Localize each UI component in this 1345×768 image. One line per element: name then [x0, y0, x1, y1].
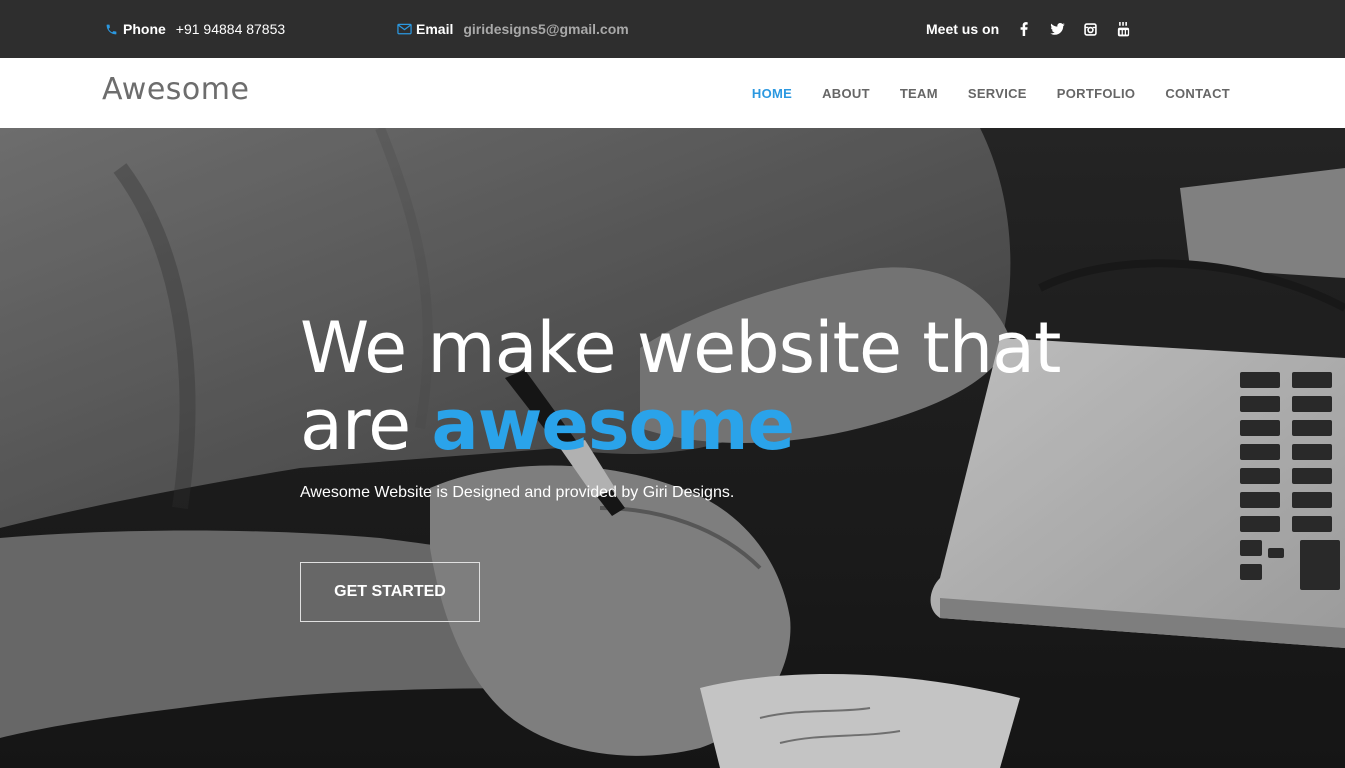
email-label: Email — [416, 21, 454, 37]
top-bar: Phone +91 94884 87853 Email giridesigns5… — [0, 0, 1345, 58]
phone-contact: Phone +91 94884 87853 — [103, 0, 285, 58]
nav-home[interactable]: HOME — [752, 86, 792, 101]
phone-label: Phone — [123, 21, 166, 37]
social-label: Meet us on — [926, 21, 1000, 37]
phone-number[interactable]: +91 94884 87853 — [176, 21, 285, 37]
nav-contact[interactable]: CONTACT — [1165, 86, 1230, 101]
main-nav: HOME ABOUT TEAM SERVICE PORTFOLIO CONTAC… — [722, 58, 1230, 128]
hero-section: We make website that are awesome Awesome… — [0, 128, 1345, 768]
instagram-icon[interactable] — [1082, 21, 1098, 37]
hero-heading-prefix: are — [300, 384, 411, 466]
hero-subtitle: Awesome Website is Designed and provided… — [300, 484, 735, 501]
hero-heading-accent: awesome — [431, 384, 795, 466]
email-address[interactable]: giridesigns5@gmail.com — [463, 21, 628, 37]
site-logo[interactable]: Awesome — [102, 72, 249, 107]
hero-heading-line1: We make website that — [300, 307, 1061, 389]
nav-service[interactable]: SERVICE — [968, 86, 1027, 101]
nav-about[interactable]: ABOUT — [822, 86, 870, 101]
nav-team[interactable]: TEAM — [900, 86, 938, 101]
nav-portfolio[interactable]: PORTFOLIO — [1057, 86, 1136, 101]
twitter-icon[interactable] — [1049, 21, 1065, 37]
envelope-icon — [396, 21, 412, 37]
phone-icon — [103, 21, 119, 37]
social-links: Meet us on — [926, 0, 1131, 58]
main-navbar: Awesome HOME ABOUT TEAM SERVICE PORTFOLI… — [0, 58, 1345, 128]
youtube-icon[interactable] — [1115, 21, 1131, 37]
email-contact: Email giridesigns5@gmail.com — [396, 0, 629, 58]
facebook-icon[interactable] — [1016, 21, 1032, 37]
get-started-button[interactable]: GET STARTED — [300, 562, 480, 622]
hero-heading: We make website that are awesome — [300, 307, 1061, 466]
